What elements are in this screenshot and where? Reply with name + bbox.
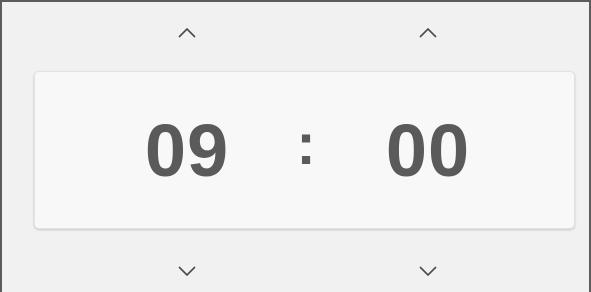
hours-decrement-button[interactable]	[165, 255, 209, 287]
minutes-value[interactable]: 00	[368, 72, 488, 228]
hours-value[interactable]: 09	[127, 72, 247, 228]
time-display: 09 : 00	[34, 71, 575, 229]
chevron-down-icon	[419, 266, 437, 276]
chevron-up-icon	[419, 28, 437, 38]
time-picker: 09 : 00	[0, 0, 591, 292]
minutes-increment-button[interactable]	[406, 17, 450, 49]
chevron-up-icon	[178, 28, 196, 38]
time-separator: :	[296, 111, 316, 177]
chevron-down-icon	[178, 266, 196, 276]
hours-increment-button[interactable]	[165, 17, 209, 49]
minutes-decrement-button[interactable]	[406, 255, 450, 287]
